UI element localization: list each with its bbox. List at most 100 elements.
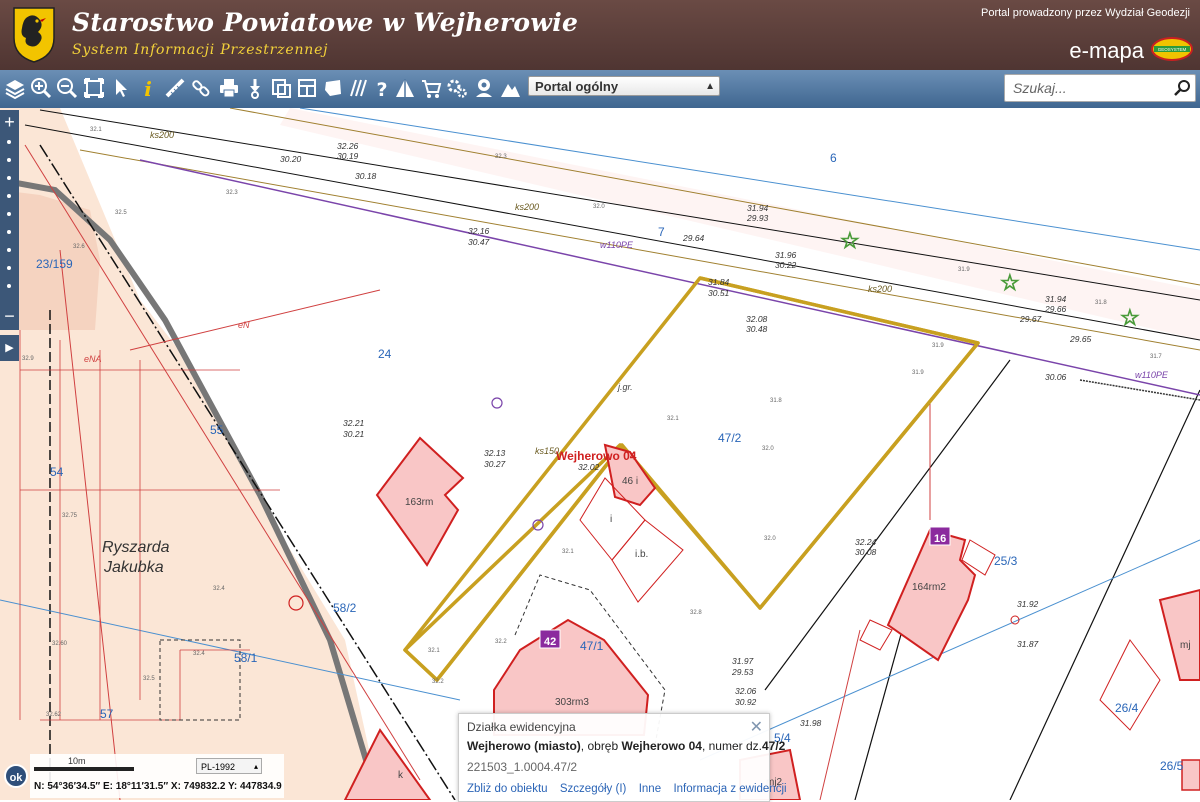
measure-icon[interactable]: [164, 76, 186, 100]
elevation-label: 29.66: [1044, 304, 1067, 314]
elevation-label: 30.22: [775, 260, 797, 270]
tree-icon: ☆: [840, 228, 860, 253]
zoom-extent-icon[interactable]: [83, 76, 105, 100]
elevation-label: 29.65: [1069, 334, 1092, 344]
popup-text: , numer dz.: [701, 739, 762, 753]
zoom-level-dot[interactable]: [7, 140, 11, 144]
popup-parcel-id: 221503_1.0004.47/2: [467, 760, 578, 774]
building-corner-east: [1181, 759, 1200, 791]
popup-place: Wejherowo (miasto): [467, 739, 581, 753]
settings-icon[interactable]: [446, 76, 468, 100]
zoom-level-dot[interactable]: [7, 194, 11, 198]
parcel-label-55: 55: [210, 423, 224, 437]
building-164rm2[interactable]: [886, 528, 977, 662]
close-icon[interactable]: ✕: [750, 717, 763, 737]
info-icon[interactable]: i: [137, 76, 159, 100]
elevation-label: 32.26: [337, 141, 359, 151]
terrain-icon[interactable]: [499, 76, 521, 100]
spot-height: 32.9: [22, 356, 34, 362]
line-label-ks200: ks200: [515, 202, 539, 212]
line-label-w110pe: w110PE: [1135, 370, 1169, 380]
portal-select[interactable]: Portal ogólny ▲: [528, 76, 720, 96]
location-icon[interactable]: [473, 76, 495, 100]
building-label-303rm3: 303rm3: [555, 697, 589, 708]
zoom-level-dot[interactable]: [7, 158, 11, 162]
elevation-label: 30.20: [280, 154, 302, 164]
elevation-label: 32.21: [343, 418, 365, 428]
search-input[interactable]: Szukaj...: [1004, 74, 1196, 102]
elevation-label: 29.93: [746, 213, 769, 223]
spot-height: 32.2: [432, 679, 444, 685]
search-icon[interactable]: [1174, 79, 1192, 97]
elevation-label: 30.18: [355, 171, 377, 181]
parcel-label-7: 7: [658, 225, 665, 239]
elevation-label: 32.13: [484, 448, 506, 458]
elevation-label: 32.08: [746, 314, 768, 324]
print-icon[interactable]: [218, 76, 240, 100]
parcel-label-57: 57: [100, 707, 114, 721]
popup-text: , obręb: [580, 739, 622, 753]
zoom-level-dot[interactable]: [7, 266, 11, 270]
crs-select[interactable]: PL-1992 ▴: [196, 758, 262, 774]
portal-select-value: Portal ogólny: [535, 79, 619, 94]
pointer-icon[interactable]: [110, 76, 132, 100]
building-label-163rm: 163rm: [405, 497, 433, 508]
zoom-level-dot[interactable]: [7, 176, 11, 180]
popup-precinct: Wejherowo 04: [621, 739, 702, 753]
line-label-en: eN: [238, 320, 250, 330]
zoom-to-object-link[interactable]: Zbliż do obiektu: [467, 783, 548, 795]
cart-icon[interactable]: [420, 76, 442, 100]
elevation-label: 30.51: [708, 288, 730, 298]
parcel-label-26-5: 26/5: [1160, 759, 1184, 773]
download-icon[interactable]: [244, 76, 266, 100]
line-label-w110pe: w110PE: [600, 240, 634, 250]
select-arrows-icon: ▲: [705, 81, 715, 92]
elevation-label: 30.92: [735, 697, 757, 707]
ok-button[interactable]: ok: [4, 764, 28, 788]
elevation-label: 31.92: [1017, 599, 1039, 609]
help-icon[interactable]: ?: [371, 76, 393, 100]
building-mj[interactable]: [1158, 588, 1200, 681]
map-canvas[interactable]: ☆ ☆ ☆ 47/2 24 6 7 23/159 55 54 58/2 58/1…: [0, 108, 1200, 800]
svg-text:?: ?: [376, 79, 387, 100]
building-ib[interactable]: [611, 519, 684, 603]
link-icon[interactable]: [190, 76, 212, 100]
elevation-label: 30.19: [337, 151, 359, 161]
zoom-out-icon[interactable]: [56, 76, 78, 100]
spot-height: 32.3: [495, 154, 507, 160]
spot-height: 31.7: [1150, 354, 1162, 360]
panel-toggle-arrow-icon[interactable]: ▶: [0, 335, 19, 361]
table-icon[interactable]: [296, 76, 318, 100]
registry-info-link[interactable]: Informacja z ewidencji: [673, 783, 786, 795]
parcel-label-58-1: 58/1: [234, 651, 258, 665]
zoom-out-button[interactable]: −: [0, 306, 19, 326]
street-label-line2: Jakubka: [103, 559, 164, 576]
zoom-level-dot[interactable]: [7, 248, 11, 252]
layers-icon[interactable]: [4, 76, 26, 100]
zoom-in-icon[interactable]: [30, 76, 52, 100]
elevation-label: 29.64: [682, 233, 705, 243]
spot-height: 32.0: [764, 536, 776, 542]
spot-height: 32.2: [495, 639, 507, 645]
area-icon[interactable]: [394, 76, 416, 100]
svg-text:i: i: [144, 77, 152, 100]
site-subtitle: System Informacji Przestrzennej: [72, 42, 329, 58]
export-icon[interactable]: [270, 76, 292, 100]
parcel-label-6: 6: [830, 151, 837, 165]
spot-height: 32.60: [52, 641, 68, 647]
parcel-label-58-2: 58/2: [333, 601, 357, 615]
zoom-level-dot[interactable]: [7, 284, 11, 288]
zoom-level-dot[interactable]: [7, 230, 11, 234]
spot-height: 32.0: [762, 446, 774, 452]
shape-icon[interactable]: [322, 76, 344, 100]
other-link[interactable]: Inne: [639, 783, 661, 795]
hatch-icon[interactable]: [348, 76, 370, 100]
spot-height: 32.1: [428, 648, 440, 654]
details-link[interactable]: Szczegóły (I): [560, 783, 626, 795]
zoom-level-dot[interactable]: [7, 212, 11, 216]
building-label-164rm2: 164rm2: [912, 582, 946, 593]
select-arrows-icon: ▴: [253, 762, 258, 771]
zoom-in-button[interactable]: +: [0, 112, 19, 132]
elevation-label: 31.97: [732, 656, 754, 666]
spot-height: 32.4: [213, 586, 225, 592]
